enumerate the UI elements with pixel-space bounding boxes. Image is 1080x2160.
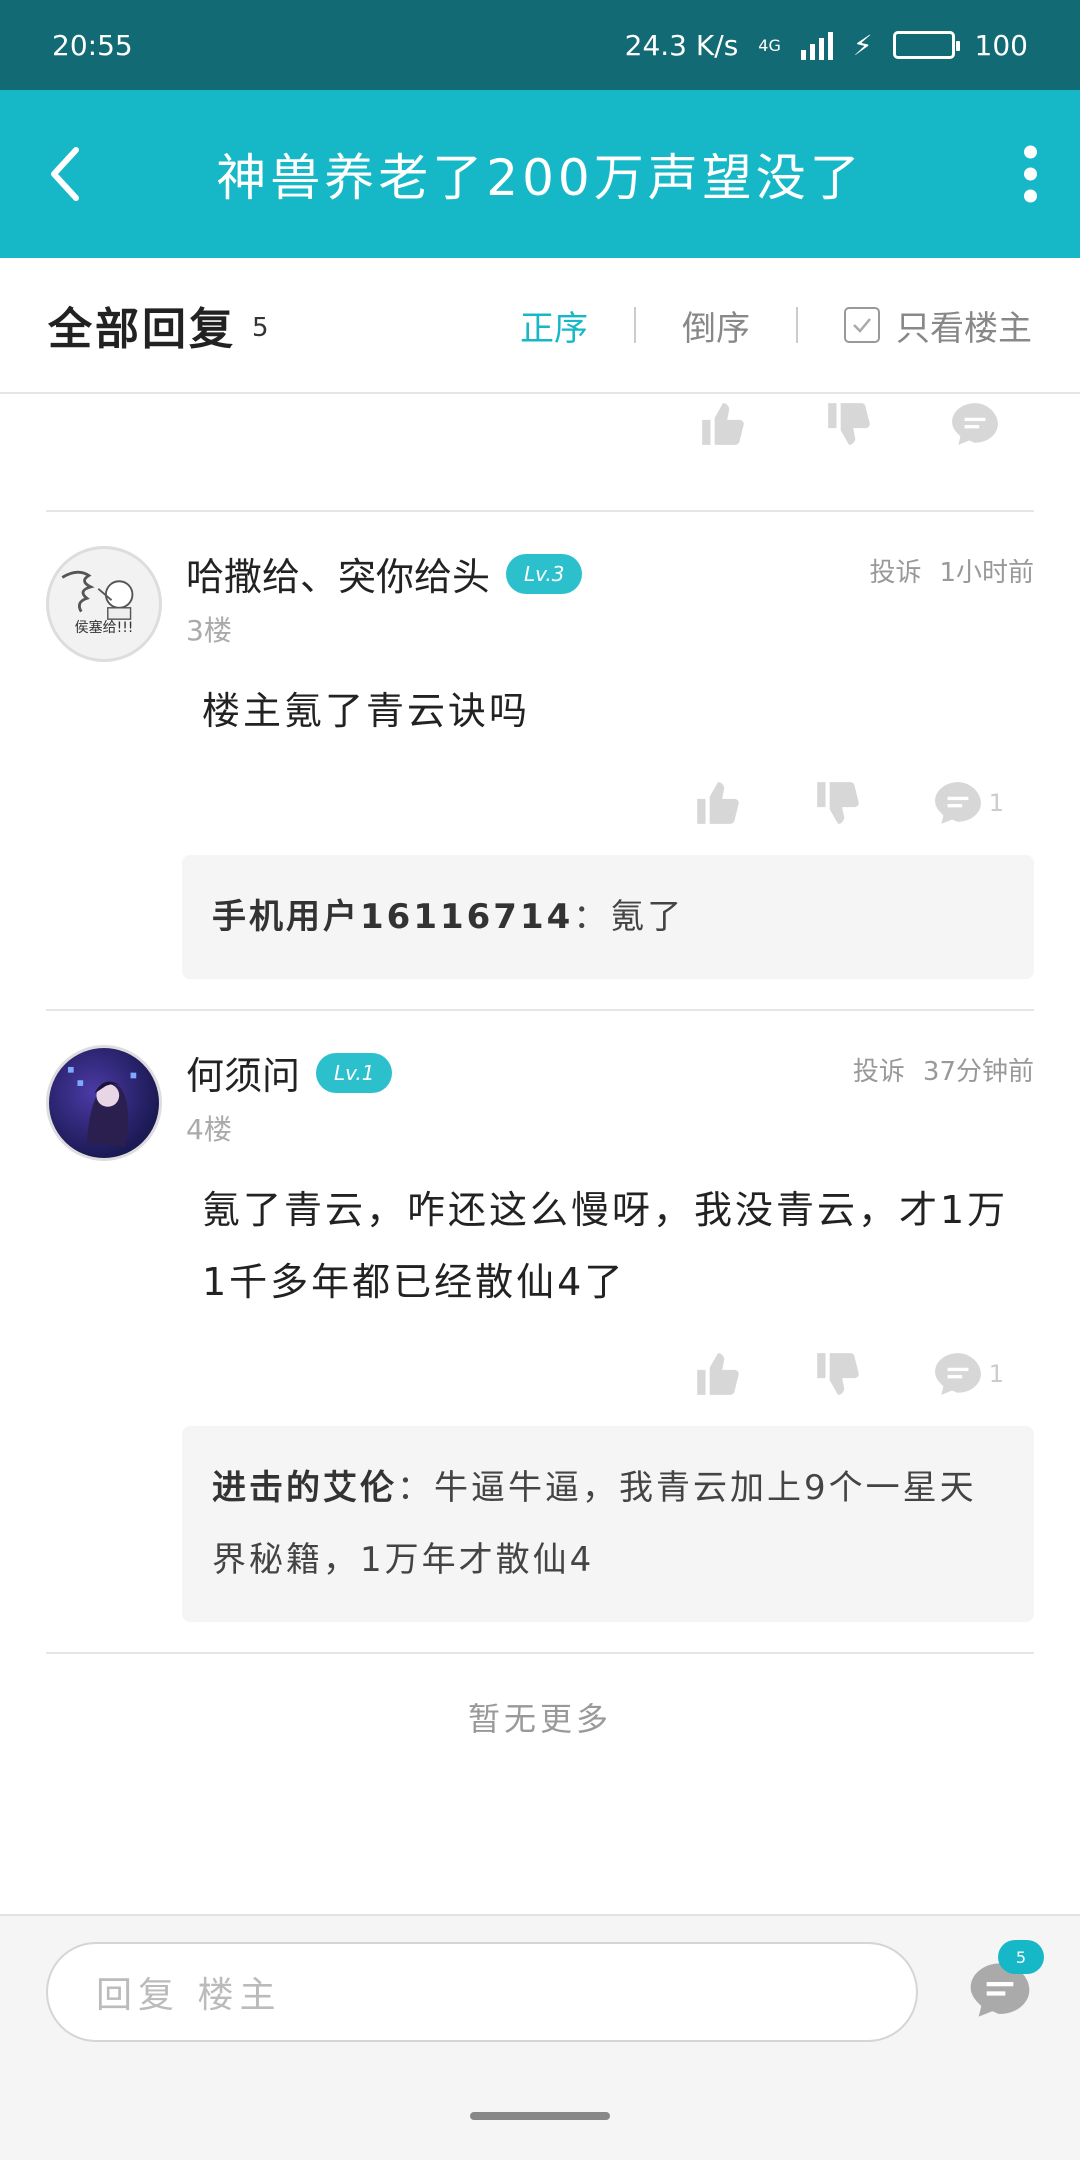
like-button[interactable] xyxy=(693,778,743,828)
thumbs-up-icon xyxy=(702,403,744,445)
divider xyxy=(46,1652,1034,1654)
comment-button[interactable] xyxy=(950,399,1000,449)
reply-filter-bar: 全部回复 5 正序 倒序 只看楼主 xyxy=(0,258,1080,394)
divider xyxy=(634,307,636,343)
avatar-caption: 侯塞给!!! xyxy=(74,620,134,636)
avatar-illustration xyxy=(61,570,134,620)
comment-count: 1 xyxy=(988,789,1004,817)
check-icon xyxy=(853,318,871,333)
username[interactable]: 何须问 xyxy=(186,1045,300,1100)
dislike-button[interactable] xyxy=(813,1349,863,1399)
status-bar: 20:55 24.3 K/s 4G ⚡ 100 xyxy=(0,0,1080,90)
report-link[interactable]: 投诉 xyxy=(853,1051,905,1088)
divider xyxy=(796,307,798,343)
bottom-reply-bar: 回复 楼主 5 xyxy=(0,1914,1080,2160)
username[interactable]: 哈撒给、突你给头 xyxy=(186,546,490,601)
sub-reply-user[interactable]: 手机用户16116714 xyxy=(212,897,573,937)
report-link[interactable]: 投诉 xyxy=(869,552,921,589)
post-time: 37分钟前 xyxy=(922,1057,1034,1087)
comment-icon xyxy=(952,403,998,445)
floor-number: 4楼 xyxy=(186,1113,232,1146)
all-replies-title: 全部回复 xyxy=(48,304,236,355)
app-bar: 神兽养老了200万声望没了 xyxy=(0,90,1080,258)
battery-level: 100 xyxy=(974,28,1028,62)
thumbs-up-icon xyxy=(696,782,739,824)
reply-post: 何须问 Lv.1 4楼 投诉 37分钟前 氪了青云，咋还这么慢呀，我没青云，才1… xyxy=(0,1011,1080,1652)
net-speed: 24.3 K/s xyxy=(624,28,739,62)
status-indicators: 24.3 K/s 4G ⚡ 100 xyxy=(625,29,1028,62)
comment-icon xyxy=(934,1353,981,1395)
comment-icon xyxy=(934,782,981,824)
more-menu-button[interactable] xyxy=(1022,145,1038,203)
only-op-checkbox[interactable] xyxy=(844,307,880,343)
page-title: 神兽养老了200万声望没了 xyxy=(216,149,864,207)
like-button[interactable] xyxy=(693,1349,743,1399)
sub-reply[interactable]: 进击的艾伦：牛逼牛逼，我青云加上9个一星天界秘籍，1万年才散仙4 xyxy=(182,1426,1034,1622)
chevron-left-icon xyxy=(51,147,79,201)
reply-post: 侯塞给!!! 哈撒给、突你给头 Lv.3 3楼 投诉 1小时前 楼主氪了青云诀吗 xyxy=(0,512,1080,1009)
post-body: 楼主氪了青云诀吗 xyxy=(202,689,531,733)
reply-input[interactable]: 回复 楼主 xyxy=(46,1942,918,2042)
comment-count: 1 xyxy=(988,1360,1004,1388)
post-time: 1小时前 xyxy=(939,558,1034,588)
avatar[interactable] xyxy=(46,1045,162,1161)
thumbs-down-icon xyxy=(828,403,870,445)
post-body: 氪了青云，咋还这么慢呀，我没青云，才1万1千多年都已经散仙4了 xyxy=(202,1188,1009,1304)
like-button[interactable] xyxy=(698,399,748,449)
no-more-label: 暂无更多 xyxy=(467,1700,612,1738)
sub-reply-user[interactable]: 进击的艾伦 xyxy=(212,1468,397,1508)
post-actions xyxy=(0,394,1080,454)
home-indicator[interactable] xyxy=(470,2112,610,2120)
level-badge: Lv.3 xyxy=(506,553,583,594)
comment-button[interactable]: 1 xyxy=(933,778,1004,828)
sort-asc-button[interactable]: 正序 xyxy=(520,301,588,350)
avatar[interactable]: 侯塞给!!! xyxy=(46,546,162,662)
sub-reply-text: ：氪了 xyxy=(573,897,685,937)
sort-desc-button[interactable]: 倒序 xyxy=(682,301,750,350)
thumbs-down-icon xyxy=(816,782,859,824)
level-badge: Lv.1 xyxy=(316,1052,393,1093)
only-op-label[interactable]: 只看楼主 xyxy=(896,301,1032,350)
signal-icon xyxy=(800,30,833,60)
reply-list: 侯塞给!!! 哈撒给、突你给头 Lv.3 3楼 投诉 1小时前 楼主氪了青云诀吗 xyxy=(0,394,1080,1740)
sub-reply[interactable]: 手机用户16116714：氪了 xyxy=(182,855,1034,979)
charging-icon: ⚡ xyxy=(852,28,873,62)
thumbs-down-icon xyxy=(816,1353,859,1395)
network-type: 4G xyxy=(758,35,781,55)
post-actions: 1 xyxy=(46,1344,1034,1404)
status-time: 20:55 xyxy=(52,28,133,62)
dislike-button[interactable] xyxy=(813,778,863,828)
back-button[interactable] xyxy=(48,144,88,204)
comment-count-badge: 5 xyxy=(998,1940,1044,1974)
battery-icon xyxy=(892,31,960,59)
avatar-illustration xyxy=(67,1066,137,1147)
thumbs-up-icon xyxy=(696,1353,739,1395)
reply-count: 5 xyxy=(252,313,269,343)
floor-number: 3楼 xyxy=(186,614,232,647)
post-actions: 1 xyxy=(46,773,1034,833)
comment-button[interactable]: 1 xyxy=(933,1349,1004,1399)
dislike-button[interactable] xyxy=(824,399,874,449)
